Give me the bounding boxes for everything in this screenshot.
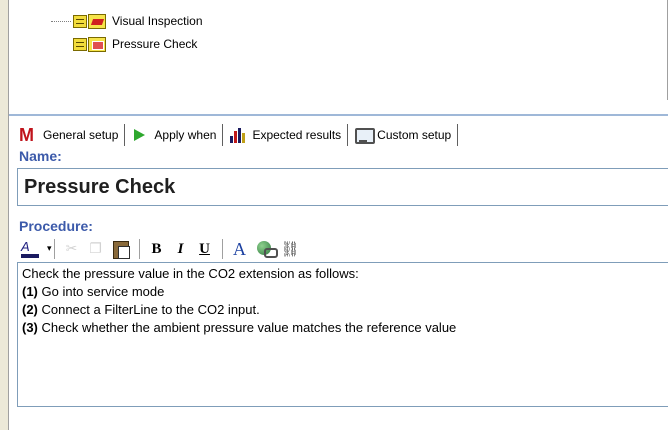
chevron-down-icon[interactable]: ▾ bbox=[47, 244, 52, 254]
tab-divider bbox=[222, 124, 224, 146]
tab-label: General setup bbox=[43, 128, 119, 142]
procedure-intro: Check the pressure value in the CO2 exte… bbox=[22, 266, 359, 281]
tree-panel: Visual Inspection Pressure Check bbox=[8, 0, 668, 100]
step-text: Go into service mode bbox=[37, 284, 165, 299]
font-button[interactable]: A bbox=[231, 238, 249, 260]
underline-button[interactable]: U bbox=[196, 238, 214, 260]
toolbar-divider bbox=[138, 239, 140, 259]
tree-item-label: Visual Inspection bbox=[112, 14, 203, 28]
procedure-text-area[interactable]: Check the pressure value in the CO2 exte… bbox=[17, 262, 668, 407]
monitor-icon bbox=[352, 126, 376, 144]
procedure-label: Procedure: bbox=[19, 218, 93, 234]
tab-divider bbox=[457, 124, 459, 146]
font-color-icon[interactable] bbox=[19, 238, 43, 260]
name-input[interactable] bbox=[17, 168, 668, 206]
procedure-step: (2) Connect a FilterLine to the CO2 inpu… bbox=[22, 301, 664, 319]
tab-bar: General setup Apply when Expected result… bbox=[9, 114, 668, 154]
editor-panel: General setup Apply when Expected result… bbox=[8, 100, 668, 430]
step-number: (2) bbox=[22, 302, 38, 317]
tab-apply-when[interactable]: Apply when bbox=[126, 123, 221, 147]
step-text: Connect a FilterLine to the CO2 input. bbox=[37, 302, 260, 317]
bottom-strip bbox=[9, 408, 668, 430]
bar-chart-icon bbox=[227, 126, 249, 144]
cut-icon[interactable] bbox=[63, 238, 81, 260]
step-number: (1) bbox=[22, 284, 38, 299]
format-toolbar: ▾ B I U A bbox=[19, 237, 659, 261]
tab-expected-results[interactable]: Expected results bbox=[224, 123, 346, 147]
play-arrow-icon bbox=[129, 126, 151, 144]
step-text: Check whether the ambient pressure value… bbox=[37, 320, 457, 335]
bold-button[interactable]: B bbox=[148, 238, 166, 260]
unlink-icon[interactable] bbox=[281, 238, 300, 260]
copy-icon[interactable] bbox=[87, 238, 105, 260]
tree-connector bbox=[51, 21, 71, 22]
italic-button[interactable]: I bbox=[172, 238, 190, 260]
tree-item-visual-inspection[interactable]: Visual Inspection bbox=[51, 12, 203, 30]
tab-custom-setup[interactable]: Custom setup bbox=[349, 123, 456, 147]
toolbar-divider bbox=[221, 239, 223, 259]
step-number: (3) bbox=[22, 320, 38, 335]
m-logo-icon bbox=[18, 125, 40, 145]
paste-icon[interactable] bbox=[111, 238, 131, 260]
procedure-step: (3) Check whether the ambient pressure v… bbox=[22, 319, 664, 337]
tab-label: Expected results bbox=[252, 128, 342, 142]
name-label: Name: bbox=[19, 148, 62, 164]
pressure-check-icon bbox=[73, 36, 107, 52]
tab-label: Apply when bbox=[154, 128, 217, 142]
tree-item-pressure-check[interactable]: Pressure Check bbox=[73, 35, 197, 53]
tab-label: Custom setup bbox=[377, 128, 452, 142]
tab-divider bbox=[347, 124, 349, 146]
hyperlink-icon[interactable] bbox=[255, 238, 278, 260]
visual-inspection-icon bbox=[73, 13, 107, 29]
tree-item-label: Pressure Check bbox=[112, 37, 198, 51]
toolbar-divider bbox=[53, 239, 55, 259]
tab-general-setup[interactable]: General setup bbox=[15, 123, 123, 147]
tab-divider bbox=[124, 124, 126, 146]
procedure-step: (1) Go into service mode bbox=[22, 283, 664, 301]
